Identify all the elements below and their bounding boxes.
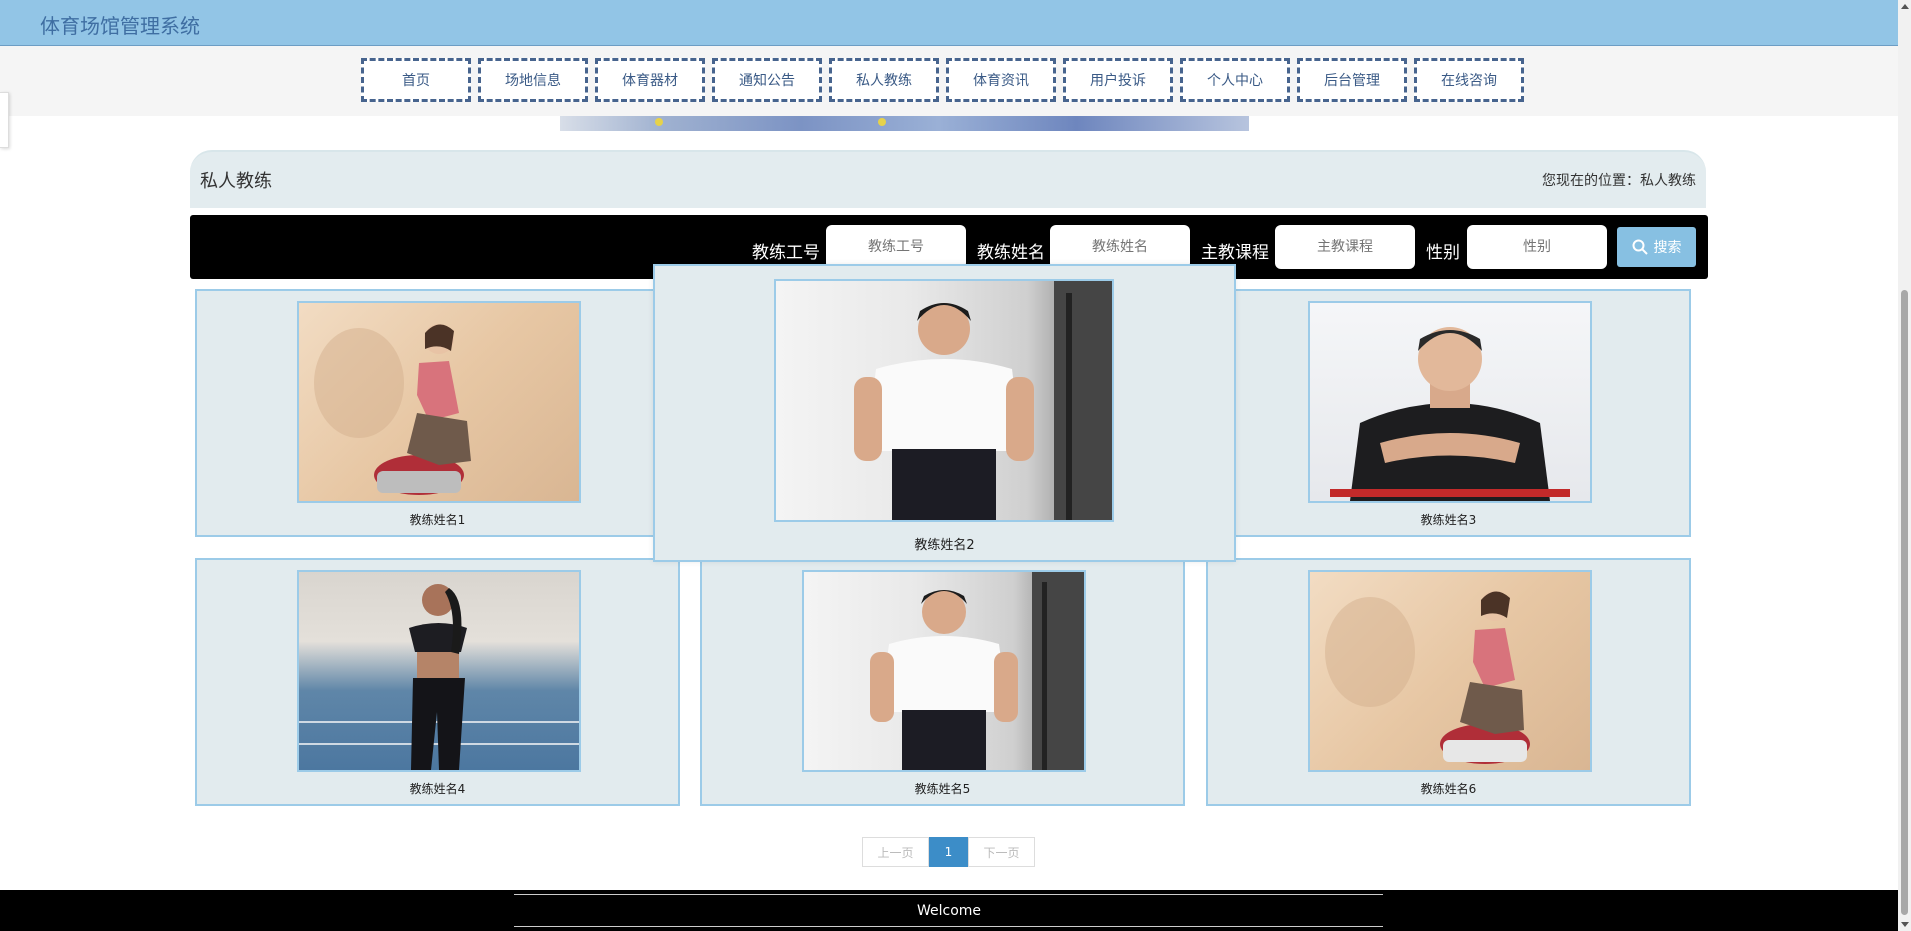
gender-label: 性别: [1426, 243, 1460, 263]
coach-card-2[interactable]: 教练姓名2: [653, 264, 1236, 562]
footer-welcome: Welcome: [916, 903, 982, 919]
coach-name-5: 教练姓名5: [914, 782, 971, 796]
nav-item-sports-news[interactable]: 体育资讯: [946, 58, 1056, 102]
nav-item-admin[interactable]: 后台管理: [1297, 58, 1407, 102]
nav-item-online-consult[interactable]: 在线咨询: [1414, 58, 1524, 102]
coach-photo-4[interactable]: [297, 570, 581, 772]
coach-photo-1[interactable]: [297, 301, 581, 503]
nav-list: 首页 场地信息 体育器材 通知公告 私人教练 体育资讯 用户投诉 个人中心 后台…: [361, 58, 1531, 102]
coach-name-3: 教练姓名3: [1420, 513, 1477, 527]
pagination: 上一页 1 下一页: [862, 837, 1035, 867]
nav-item-complaints[interactable]: 用户投诉: [1063, 58, 1173, 102]
footer: Welcome: [0, 890, 1898, 931]
nav-item-private-coach[interactable]: 私人教练: [829, 58, 939, 102]
coach-id-input[interactable]: [826, 225, 966, 269]
next-page-button[interactable]: 下一页: [968, 837, 1035, 867]
coach-name-label: 教练姓名: [977, 243, 1045, 263]
footer-divider-top: [514, 894, 1383, 895]
search-button[interactable]: 搜索: [1617, 227, 1696, 267]
coach-card-5[interactable]: 教练姓名5: [700, 558, 1185, 806]
scroll-down-icon[interactable]: [1901, 922, 1909, 927]
main-navigation: 首页 场地信息 体育器材 通知公告 私人教练 体育资讯 用户投诉 个人中心 后台…: [0, 46, 1898, 116]
banner-image: [560, 116, 1249, 131]
nav-item-notices[interactable]: 通知公告: [712, 58, 822, 102]
coach-card-1[interactable]: 教练姓名1: [195, 289, 680, 537]
breadcrumb: 您现在的位置：私人教练: [1542, 173, 1696, 189]
coach-id-label: 教练工号: [752, 243, 820, 263]
scrollbar-thumb[interactable]: [1901, 290, 1908, 915]
coach-name-1: 教练姓名1: [409, 513, 466, 527]
search-icon: [1632, 239, 1648, 255]
site-title: 体育场馆管理系统: [40, 14, 200, 38]
coach-name-6: 教练姓名6: [1420, 782, 1477, 796]
gender-input[interactable]: [1467, 225, 1607, 269]
coach-name-2: 教练姓名2: [914, 538, 975, 553]
page-title: 私人教练: [200, 171, 272, 192]
course-label: 主教课程: [1201, 243, 1269, 263]
page-1-button[interactable]: 1: [929, 837, 968, 867]
coach-photo-5[interactable]: [802, 570, 1086, 772]
coach-card-6[interactable]: 教练姓名6: [1206, 558, 1691, 806]
top-header: 体育场馆管理系统: [0, 0, 1898, 46]
coach-photo-6[interactable]: [1308, 570, 1592, 772]
coach-photo-2[interactable]: [774, 279, 1114, 522]
coach-card-3[interactable]: 教练姓名3: [1206, 289, 1691, 537]
prev-page-button[interactable]: 上一页: [862, 837, 929, 867]
side-tab-handle[interactable]: [0, 92, 9, 148]
footer-divider-bottom: [514, 926, 1383, 927]
nav-item-equipment[interactable]: 体育器材: [595, 58, 705, 102]
coach-name-4: 教练姓名4: [409, 782, 466, 796]
coach-name-input[interactable]: [1050, 225, 1190, 269]
coach-photo-3[interactable]: [1308, 301, 1592, 503]
section-title-bar: 私人教练 您现在的位置：私人教练: [190, 150, 1706, 208]
course-input[interactable]: [1275, 225, 1415, 269]
page-scrollbar[interactable]: [1898, 0, 1911, 931]
nav-item-venue-info[interactable]: 场地信息: [478, 58, 588, 102]
scroll-up-icon[interactable]: [1901, 4, 1909, 9]
search-button-label: 搜索: [1653, 240, 1682, 256]
nav-item-personal-center[interactable]: 个人中心: [1180, 58, 1290, 102]
coach-card-4[interactable]: 教练姓名4: [195, 558, 680, 806]
nav-item-home[interactable]: 首页: [361, 58, 471, 102]
